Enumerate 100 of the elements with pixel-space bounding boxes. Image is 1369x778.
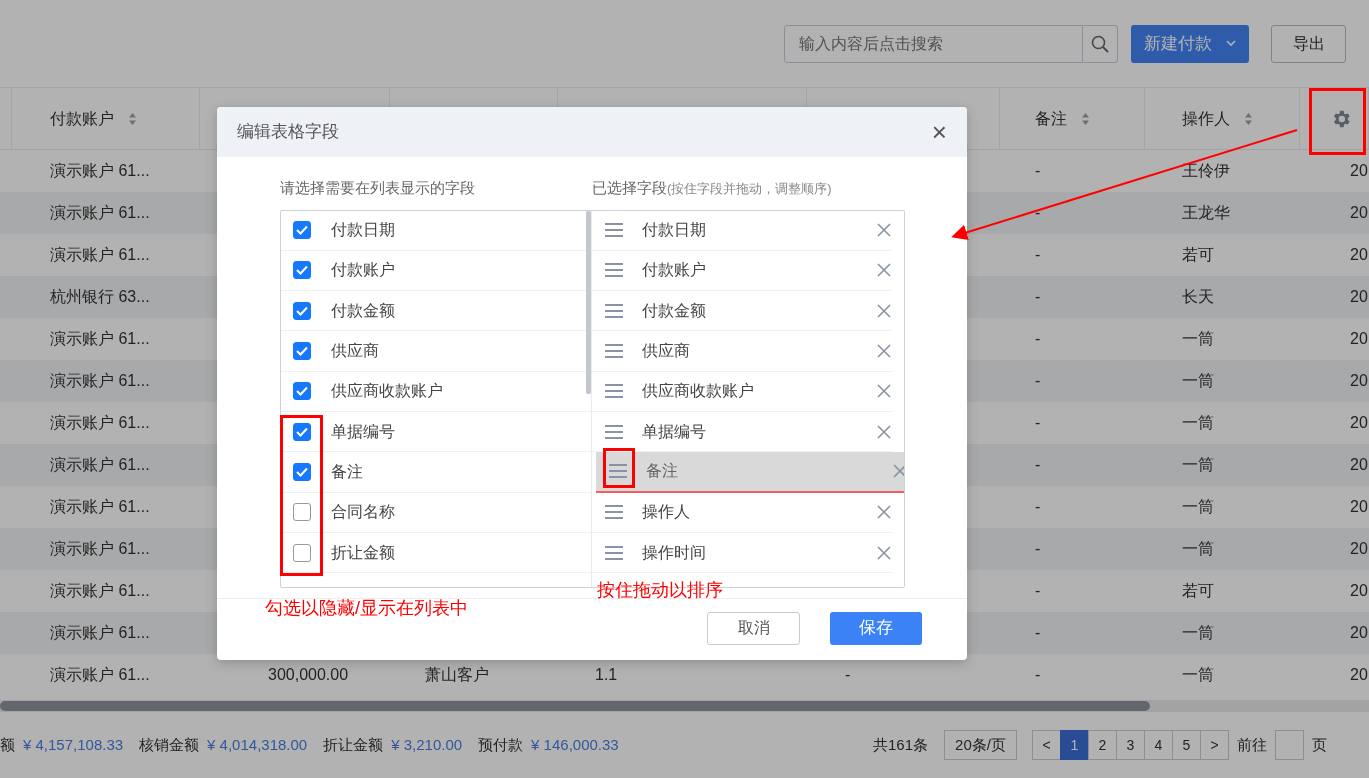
drag-handle-icon[interactable] — [604, 222, 624, 239]
remove-icon[interactable] — [877, 344, 891, 359]
field-label: 合同名称 — [331, 502, 395, 523]
field-label: 操作人 — [642, 502, 690, 523]
table-cell-text: 萧山客户 — [425, 665, 489, 685]
dragged-field-row[interactable]: 备注 — [596, 452, 904, 493]
scrollbar-thumb[interactable] — [586, 210, 591, 394]
remove-icon[interactable] — [877, 545, 891, 560]
checkbox[interactable] — [293, 221, 311, 240]
selected-field-row[interactable]: 付款账户 — [592, 250, 891, 292]
summary-value: ¥ 146,000.33 — [531, 734, 619, 755]
remove-icon[interactable] — [893, 464, 904, 479]
table-cell-text: 演示账户 61... — [50, 371, 150, 391]
selected-field-row[interactable]: 付款金额 — [592, 291, 891, 332]
column-header[interactable]: 操作人 — [1182, 106, 1230, 131]
table-cell-text: 一筒 — [1182, 455, 1214, 475]
remove-icon[interactable] — [877, 424, 891, 439]
drag-handle-icon[interactable] — [608, 463, 628, 480]
field-label: 付款账户 — [331, 260, 395, 281]
drag-handle-icon[interactable] — [604, 302, 624, 319]
remove-icon[interactable] — [877, 303, 891, 318]
table-cell-text: 演示账户 61... — [50, 161, 150, 181]
selected-field-row[interactable]: 操作人 — [592, 492, 891, 533]
table-cell-text: 一筒 — [1182, 371, 1214, 391]
table-cell-text: 20 — [1350, 413, 1368, 433]
drag-handle-icon[interactable] — [604, 262, 624, 279]
drag-handle-icon[interactable] — [604, 343, 624, 360]
table-cell-text: 杭州银行 63... — [50, 287, 150, 307]
checkbox[interactable] — [293, 342, 311, 361]
table-cell-text: 若可 — [1182, 581, 1214, 601]
cancel-button[interactable]: 取消 — [707, 611, 800, 645]
checkbox[interactable] — [293, 301, 311, 320]
page-button[interactable]: 1 — [1060, 730, 1089, 760]
table-cell-text: 1.1 — [595, 665, 618, 685]
table-cell-text: - — [1035, 455, 1041, 475]
table-cell-text: - — [1035, 203, 1041, 223]
checkbox[interactable] — [293, 422, 311, 441]
checkbox[interactable] — [293, 543, 311, 562]
table-cell-text: 20 — [1350, 329, 1368, 349]
table-cell-text: 演示账户 61... — [50, 497, 150, 517]
selected-field-row[interactable]: 付款日期 — [592, 210, 891, 251]
remove-icon[interactable] — [877, 263, 891, 278]
remove-icon[interactable] — [877, 384, 891, 399]
page-button[interactable]: 3 — [1116, 730, 1145, 760]
caret-icon — [1226, 40, 1236, 47]
page-input[interactable] — [1275, 730, 1304, 760]
checkbox[interactable] — [293, 382, 311, 401]
remove-icon[interactable] — [877, 223, 891, 238]
column-header[interactable]: 付款账户 — [50, 106, 114, 131]
drag-handle-icon[interactable] — [604, 544, 624, 561]
page-size-select[interactable]: 20条/页 — [944, 730, 1017, 760]
checkbox[interactable] — [293, 261, 311, 280]
table-cell-text: - — [1035, 581, 1041, 601]
annotation-text: 按住拖动以排序 — [597, 579, 723, 602]
total-count: 共161条 — [872, 734, 928, 755]
checkbox[interactable] — [293, 462, 311, 481]
field-label: 供应商 — [331, 341, 379, 362]
table-cell-text: 一筒 — [1182, 329, 1214, 349]
field-label: 供应商 — [642, 341, 690, 362]
goto-label: 前往 — [1237, 734, 1267, 755]
page-button[interactable]: 4 — [1144, 730, 1173, 760]
export-button[interactable]: 导出 — [1271, 24, 1346, 63]
sort-icon[interactable] — [128, 111, 137, 126]
field-label: 折让金额 — [331, 542, 395, 563]
sort-icon[interactable] — [1244, 111, 1253, 126]
save-button[interactable]: 保存 — [830, 611, 922, 645]
field-label: 单据编号 — [331, 421, 395, 442]
field-label: 单据编号 — [642, 421, 706, 442]
selected-field-row[interactable]: 操作时间 — [592, 532, 891, 574]
field-label: 备注 — [331, 461, 363, 482]
field-label: 备注 — [646, 461, 678, 482]
field-label: 操作时间 — [642, 542, 706, 563]
selected-field-row[interactable]: 供应商 — [592, 331, 891, 372]
field-label: 付款金额 — [331, 300, 395, 321]
page-button[interactable]: 2 — [1088, 730, 1117, 760]
drag-handle-icon[interactable] — [604, 383, 624, 400]
table-cell-text: 演示账户 61... — [50, 203, 150, 223]
search-button[interactable] — [1083, 24, 1118, 63]
table-cell-text: - — [1035, 329, 1041, 349]
table-cell-text: 演示账户 61... — [50, 539, 150, 559]
sort-icon[interactable] — [1081, 111, 1090, 126]
scrollbar-thumb[interactable] — [0, 701, 1150, 711]
checkbox[interactable] — [293, 503, 311, 522]
dialog-title: 编辑表格字段 — [237, 121, 339, 144]
table-cell-text: - — [1035, 665, 1041, 685]
table-cell-text: - — [1035, 497, 1041, 517]
page-button[interactable]: 5 — [1172, 730, 1201, 760]
table-cell-text: 演示账户 61... — [50, 245, 150, 265]
column-header[interactable]: 备注 — [1035, 106, 1067, 131]
close-button[interactable]: × — [931, 119, 947, 145]
search-field[interactable]: 输入内容后点击搜索 — [784, 24, 1083, 63]
table-cell-text: - — [1035, 245, 1041, 265]
drag-handle-icon[interactable] — [604, 423, 624, 440]
table-cell-text: - — [1035, 371, 1041, 391]
next-page-button[interactable]: > — [1200, 730, 1229, 760]
remove-icon[interactable] — [877, 505, 891, 520]
drag-handle-icon[interactable] — [604, 504, 624, 521]
selected-field-row[interactable]: 供应商收款账户 — [592, 371, 891, 412]
prev-page-button[interactable]: < — [1032, 730, 1061, 760]
highlight-box — [603, 448, 635, 488]
